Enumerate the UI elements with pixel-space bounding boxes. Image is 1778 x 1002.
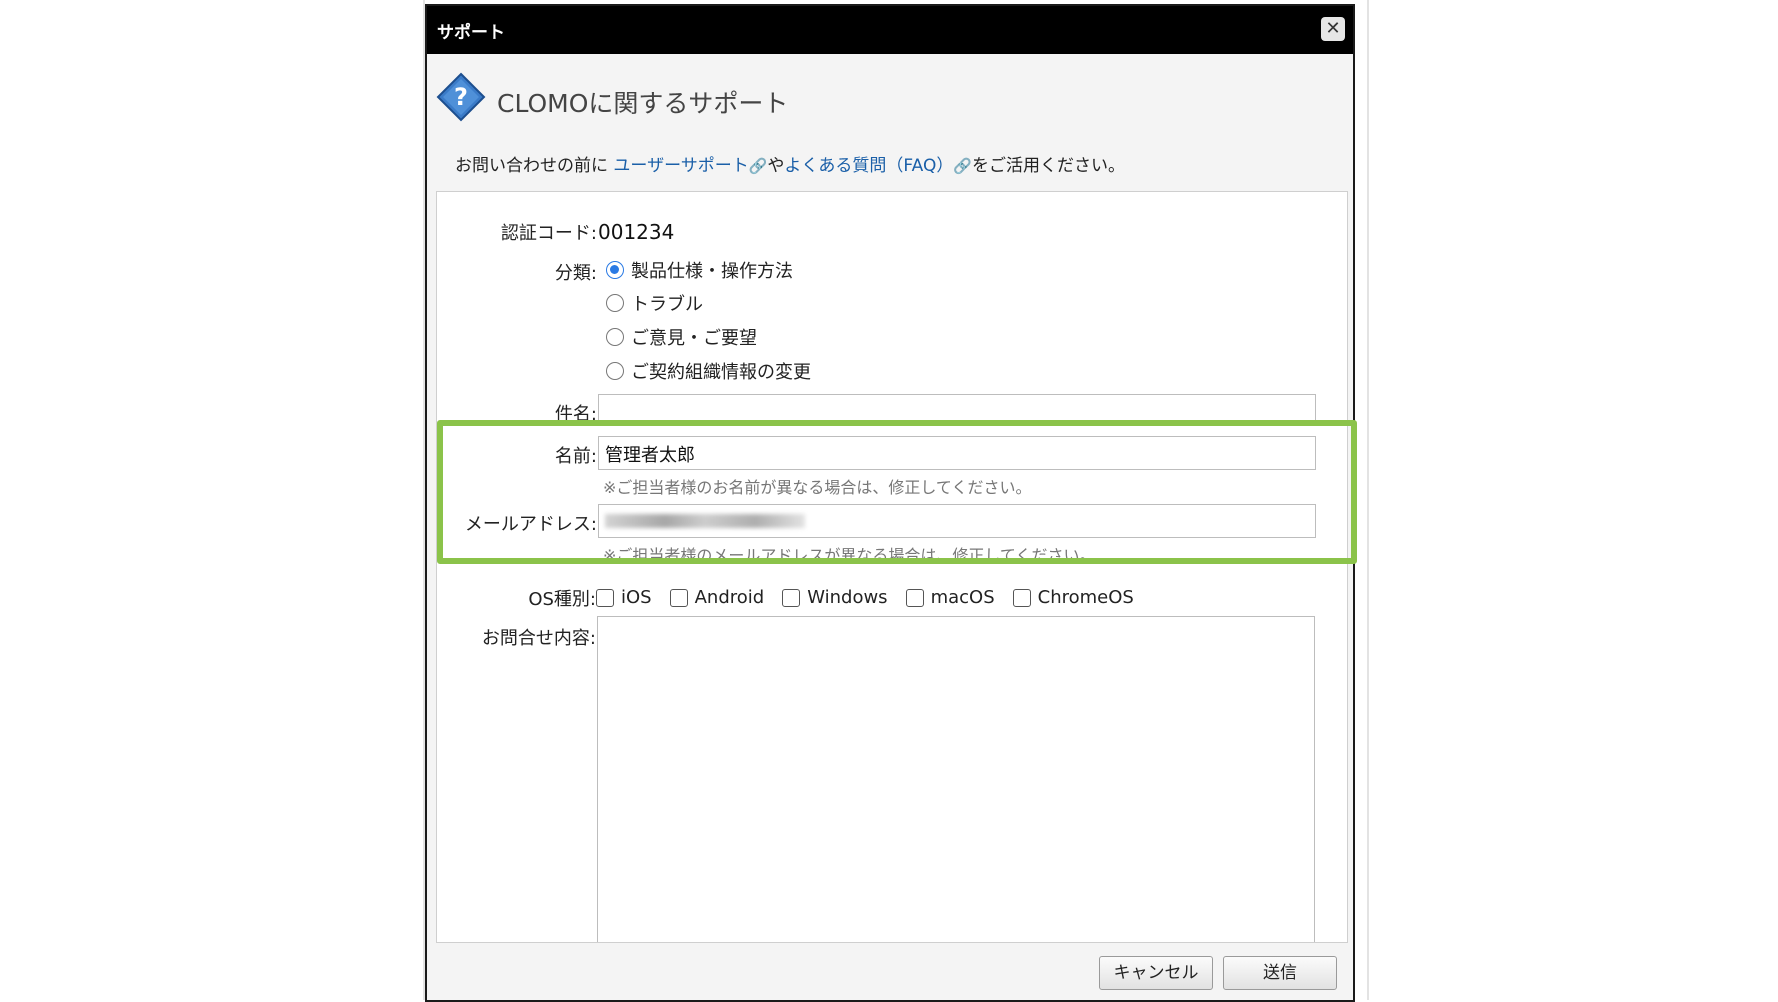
checkbox-label: ChromeOS <box>1037 587 1134 608</box>
intro-prefix: お問い合わせの前に <box>455 156 608 176</box>
help-question-icon: ? <box>436 72 486 122</box>
checkbox-label: Windows <box>807 587 888 608</box>
checkbox-label: Android <box>694 587 765 608</box>
os-checkbox-group: iOS Android Windows macOS ChromeOS <box>596 587 1152 608</box>
background-edge-right <box>1367 0 1369 1000</box>
radio[interactable] <box>606 328 624 346</box>
category-option-trouble[interactable]: トラブル <box>606 290 703 316</box>
external-link-icon: 🔗 <box>953 157 973 175</box>
user-support-link[interactable]: ユーザーサポート <box>613 156 748 176</box>
dialog-title: サポート <box>437 23 505 43</box>
radio-label: ご契約組織情報の変更 <box>631 362 811 383</box>
checkbox-label: macOS <box>930 587 995 608</box>
checkbox-label: iOS <box>621 587 652 608</box>
intro-connector: や <box>767 156 785 176</box>
checkbox[interactable] <box>905 588 924 607</box>
external-link-icon: 🔗 <box>748 157 768 175</box>
checkbox[interactable] <box>596 588 614 607</box>
support-dialog: サポート ✕ ? CLOMOに関するサポート お問い合わせの前に ユーザーサポー… <box>425 4 1355 1002</box>
intro-suffix: をご活用ください。 <box>972 156 1126 176</box>
radio[interactable] <box>606 294 624 312</box>
cancel-button[interactable]: キャンセル <box>1099 956 1213 990</box>
svg-text:?: ? <box>454 83 468 111</box>
submit-button[interactable]: 送信 <box>1223 956 1337 990</box>
checkbox[interactable] <box>782 588 801 607</box>
email-input[interactable] <box>598 504 1316 538</box>
name-input[interactable]: 管理者太郎 <box>598 436 1316 470</box>
category-option-product[interactable]: 製品仕様・操作方法 <box>606 257 793 283</box>
checkbox[interactable] <box>1012 588 1031 607</box>
name-label: 名前: <box>554 446 597 467</box>
radio-label: トラブル <box>631 294 703 315</box>
radio-label: 製品仕様・操作方法 <box>631 261 793 282</box>
auth-code-label: 認証コード: <box>500 223 597 244</box>
checkbox[interactable] <box>669 588 688 607</box>
os-option-macos[interactable]: macOS <box>905 587 995 608</box>
os-option-android[interactable]: Android <box>669 587 765 608</box>
close-button[interactable]: ✕ <box>1321 17 1345 41</box>
radio-checked[interactable] <box>606 261 624 279</box>
category-label: 分類: <box>554 263 597 284</box>
inquiry-label: お問合せ内容: <box>481 628 596 649</box>
os-option-chromeos[interactable]: ChromeOS <box>1012 587 1134 608</box>
os-option-ios[interactable]: iOS <box>596 587 652 608</box>
os-label: OS種別: <box>528 589 596 610</box>
radio[interactable] <box>606 362 624 380</box>
subject-input[interactable] <box>598 394 1316 422</box>
radio-label: ご意見・ご要望 <box>631 328 757 349</box>
redacted-email <box>605 514 805 528</box>
dialog-titlebar: サポート ✕ <box>427 6 1353 54</box>
intro-text: お問い合わせの前に ユーザーサポート🔗やよくある質問（FAQ）🔗をご活用ください… <box>455 151 1125 176</box>
email-note: ※ご担当者様のメールアドレスが異なる場合は、修正してください。 <box>603 546 1096 565</box>
subject-label: 件名: <box>554 404 597 425</box>
header-title: CLOMOに関するサポート <box>497 89 789 118</box>
faq-link[interactable]: よくある質問（FAQ） <box>784 156 953 176</box>
email-label: メールアドレス: <box>464 514 597 535</box>
os-option-windows[interactable]: Windows <box>782 587 888 608</box>
close-icon: ✕ <box>1325 18 1341 39</box>
category-option-feedback[interactable]: ご意見・ご要望 <box>606 324 757 350</box>
name-note: ※ご担当者様のお名前が異なる場合は、修正してください。 <box>603 478 1032 497</box>
category-option-contract[interactable]: ご契約組織情報の変更 <box>606 358 811 384</box>
auth-code-value: 001234 <box>598 220 675 244</box>
inquiry-textarea[interactable] <box>597 616 1315 942</box>
